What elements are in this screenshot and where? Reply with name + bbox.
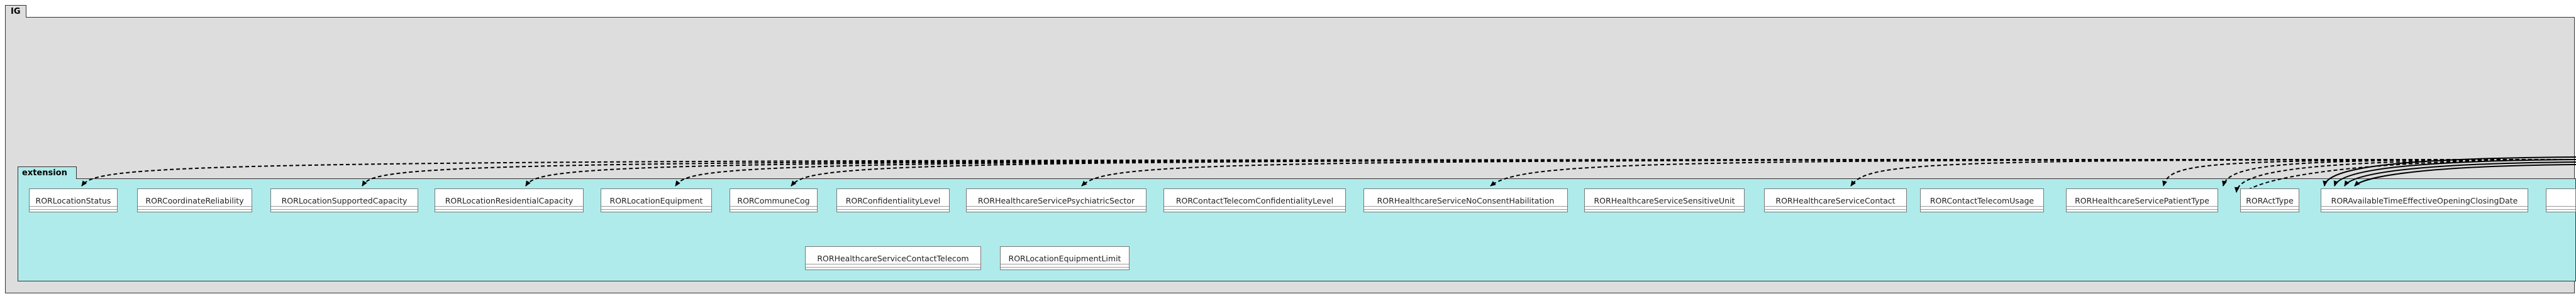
class-name: RORAvailableTimeEffectiveOpeningClosingD…	[2331, 196, 2518, 205]
class-name: RORActType	[2246, 196, 2294, 205]
class-location-equipment: RORLocationEquipment	[601, 188, 712, 212]
class-healthcare-service-sensitive-unit: RORHealthcareServiceSensitiveUnit	[1584, 188, 1745, 212]
class-name: RORLocationEquipmentLimit	[1008, 254, 1121, 263]
class-name: RORContactTelecomConfidentialityLevel	[1175, 196, 1334, 205]
class-name: RORLocationEquipment	[609, 196, 703, 205]
class-location-residential-capacity: RORLocationResidentialCapacity	[435, 188, 584, 212]
class-name: RORHealthcareServiceNoConsentHabilitatio…	[1377, 196, 1555, 205]
class-location-supported-capacity: RORLocationSupportedCapacity	[270, 188, 418, 212]
class-name: RORCoordinateReliability	[145, 196, 244, 205]
arrow-to-available-time-2	[2333, 159, 2576, 187]
dependency-arrows	[81, 156, 2576, 200]
arrow-to-psychiatric-sector	[1081, 159, 2576, 187]
class-name: RORHealthcareServiceContact	[1775, 196, 1896, 205]
class-name: RORConfidentialityLevel	[845, 196, 941, 205]
class-healthcare-service-no-consent-habilitation: RORHealthcareServiceNoConsentHabilitatio…	[1363, 188, 1568, 212]
class-location-equipment-limit: RORLocationEquipmentLimit	[1000, 246, 1130, 270]
class-name: RORContactTelecomUsage	[1929, 196, 2035, 205]
class-act-type: RORActType	[2240, 188, 2299, 212]
class-commune-cog: RORCommuneCog	[730, 188, 818, 212]
class-name: RORHealthcareServicePatientType	[2075, 196, 2209, 205]
class-name: RORHealthcareServiceContactTelecom	[817, 254, 969, 263]
class-confidentiality-level: RORConfidentialityLevel	[836, 188, 950, 212]
class-healthcare-service-psychiatric-sector: RORHealthcareServicePsychiatricSector	[966, 188, 1146, 212]
class-available-time-effective-opening-closing-date: RORAvailableTimeEffectiveOpeningClosingD…	[2321, 188, 2528, 212]
class-truncated-edge	[2546, 188, 2576, 212]
arrow-to-location-equipment	[675, 159, 2576, 187]
class-coordinate-reliability: RORCoordinateReliability	[137, 188, 252, 212]
arrow-to-no-consent	[1490, 159, 2576, 187]
class-location-status: RORLocationStatus	[29, 188, 118, 212]
class-healthcare-service-patient-type: RORHealthcareServicePatientType	[2066, 188, 2218, 212]
class-name: RORHealthcareServiceSensitiveUnit	[1594, 196, 1735, 205]
class-contact-telecom-usage: RORContactTelecomUsage	[1920, 188, 2044, 212]
arrow-to-healthcare-contact	[1850, 159, 2576, 187]
class-name: RORLocationResidentialCapacity	[445, 196, 574, 205]
class-name: RORLocationSupportedCapacity	[281, 196, 408, 205]
class-contact-telecom-confidentiality-level: RORContactTelecomConfidentialityLevel	[1163, 188, 1346, 212]
class-healthcare-service-contact-telecom: RORHealthcareServiceContactTelecom	[805, 246, 981, 270]
class-name: RORLocationStatus	[35, 196, 111, 205]
class-name: RORCommuneCog	[737, 196, 810, 205]
class-name: RORHealthcareServicePsychiatricSector	[977, 196, 1135, 205]
class-healthcare-service-contact: RORHealthcareServiceContact	[1764, 188, 1907, 212]
